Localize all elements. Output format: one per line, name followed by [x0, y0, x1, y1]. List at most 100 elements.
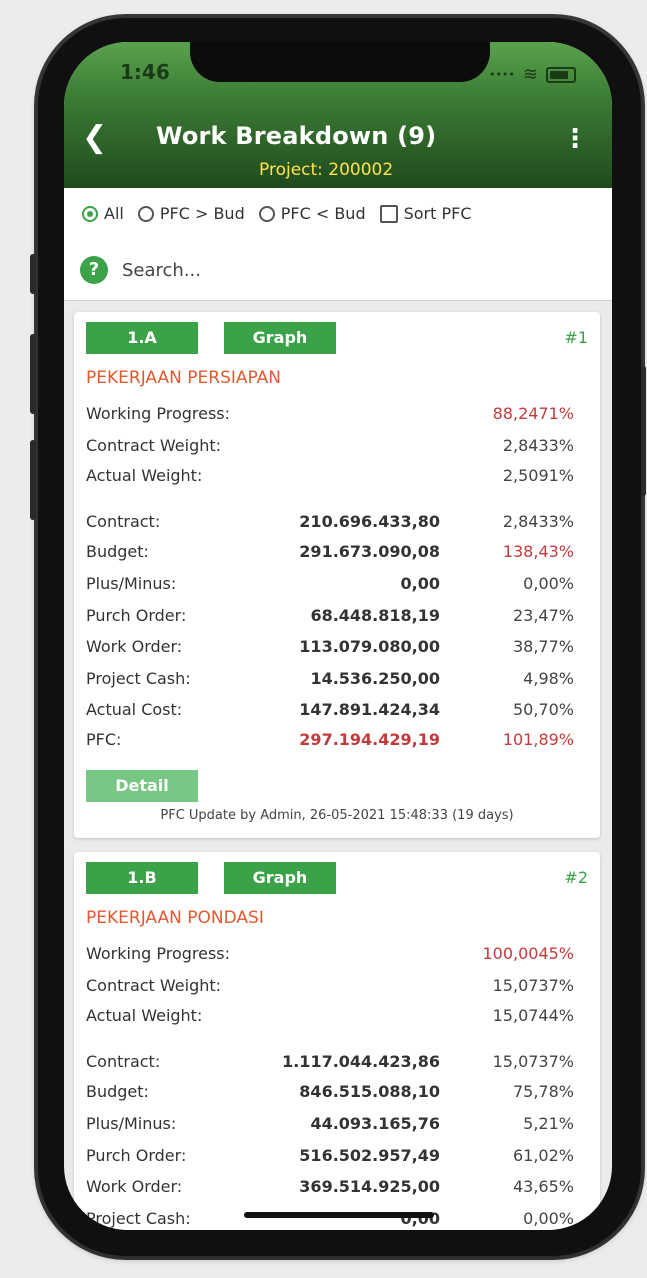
- side-button-volume-up: [30, 334, 36, 414]
- actual-weight-row: Actual Weight: 15,0744%: [86, 1006, 588, 1028]
- contract-weight-row: Contract Weight: 2,8433%: [86, 436, 588, 458]
- row-label: Plus/Minus:: [86, 574, 177, 593]
- work-order-row: Work Order: 369.514.925,00 43,65%: [86, 1177, 588, 1199]
- work-card-1: 1.A Graph #1 PEKERJAAN PERSIAPAN Working…: [74, 312, 600, 838]
- filter-bar: All PFC > Bud PFC < Bud Sort PFC ? Searc…: [64, 188, 612, 301]
- radio-pfc-greater[interactable]: [137, 205, 154, 222]
- row-pct: 23,47%: [512, 606, 574, 625]
- sort-pfc-label[interactable]: Sort PFC: [404, 204, 472, 223]
- row-amount: 210.696.433,80: [299, 512, 440, 531]
- row-pct: 138,43%: [502, 542, 574, 561]
- work-card-2: 1.B Graph #2 PEKERJAAN PONDASI Working P…: [74, 852, 600, 1230]
- work-order-row: Work Order: 113.079.080,00 38,77%: [86, 637, 588, 659]
- row-label: Work Order:: [86, 1177, 183, 1196]
- row-amount: 14.536.250,00: [310, 669, 440, 688]
- row-label: Budget:: [86, 1082, 149, 1101]
- row-pct: 38,77%: [512, 637, 574, 656]
- row-value: 2,5091%: [502, 466, 574, 485]
- home-indicator[interactable]: [244, 1212, 434, 1218]
- page-title: Work Breakdown (9): [156, 122, 437, 150]
- row-pct: 50,70%: [512, 700, 574, 719]
- row-label: Working Progress:: [86, 404, 231, 423]
- code-button[interactable]: 1.A: [86, 322, 198, 354]
- plus-minus-row: Plus/Minus: 0,00 0,00%: [86, 574, 588, 596]
- row-pct: 75,78%: [512, 1082, 574, 1101]
- purch-order-row: Purch Order: 516.502.957,49 61,02%: [86, 1146, 588, 1168]
- actual-weight-row: Actual Weight: 2,5091%: [86, 466, 588, 488]
- row-value: 15,0744%: [492, 1006, 574, 1025]
- contract-row: Contract: 210.696.433,80 2,8433%: [86, 512, 588, 534]
- row-pct: 0,00%: [523, 1209, 574, 1228]
- kebab-menu-icon[interactable]: ⋮: [562, 126, 588, 152]
- row-value: 2,8433%: [502, 436, 574, 455]
- budget-row: Budget: 291.673.090,08 138,43%: [86, 542, 588, 564]
- row-pct: 101,89%: [502, 730, 574, 749]
- detail-button[interactable]: Detail: [86, 770, 198, 802]
- sort-pfc-checkbox[interactable]: [379, 204, 398, 223]
- battery-icon: [546, 66, 576, 83]
- card-number: #1: [564, 328, 588, 347]
- pfc-row: PFC: 297.194.429,19 101,89%: [86, 730, 588, 752]
- row-amount: 291.673.090,08: [299, 542, 440, 561]
- budget-row: Budget: 846.515.088,10 75,78%: [86, 1082, 588, 1104]
- row-amount: 0,00: [400, 574, 440, 593]
- code-button[interactable]: 1.B: [86, 862, 198, 894]
- row-label: PFC:: [86, 730, 122, 749]
- signal-dots-icon: ••••: [488, 68, 515, 81]
- graph-button[interactable]: Graph: [224, 862, 336, 894]
- row-value: 100,0045%: [482, 944, 574, 963]
- side-button-silent: [30, 254, 36, 294]
- radio-all[interactable]: [82, 205, 98, 222]
- row-label: Purch Order:: [86, 1146, 187, 1165]
- row-label: Purch Order:: [86, 606, 187, 625]
- app-header: 1:46 •••• ≋ ❮ Work Breakdown (9) Project…: [64, 42, 612, 188]
- row-label: Actual Weight:: [86, 466, 203, 485]
- row-amount: 369.514.925,00: [299, 1177, 440, 1196]
- row-pct: 61,02%: [512, 1146, 574, 1165]
- filter-pfc-greater-label[interactable]: PFC > Bud: [160, 204, 245, 223]
- row-label: Work Order:: [86, 637, 183, 656]
- contract-weight-row: Contract Weight: 15,0737%: [86, 976, 588, 998]
- pfc-update-note: PFC Update by Admin, 26-05-2021 15:48:33…: [160, 808, 514, 823]
- plus-minus-row: Plus/Minus: 44.093.165,76 5,21%: [86, 1114, 588, 1136]
- row-label: Contract Weight:: [86, 976, 222, 995]
- row-label: Actual Cost:: [86, 700, 183, 719]
- row-pct: 2,8433%: [502, 512, 574, 531]
- row-label: Contract Weight:: [86, 436, 222, 455]
- back-icon[interactable]: ❮: [82, 120, 107, 155]
- graph-button[interactable]: Graph: [224, 322, 336, 354]
- radio-pfc-less[interactable]: [258, 205, 275, 222]
- row-value: 15,0737%: [492, 976, 574, 995]
- row-amount: 297.194.429,19: [299, 730, 440, 749]
- project-subtitle: Project: 200002: [259, 160, 394, 180]
- row-label: Contract:: [86, 1052, 161, 1071]
- working-progress-row: Working Progress: 100,0045%: [86, 944, 588, 966]
- working-progress-row: Working Progress: 88,2471%: [86, 404, 588, 426]
- row-label: Actual Weight:: [86, 1006, 203, 1025]
- row-label: Budget:: [86, 542, 149, 561]
- filter-pfc-less-label[interactable]: PFC < Bud: [281, 204, 366, 223]
- wifi-icon: ≋: [522, 64, 538, 85]
- row-amount: 846.515.088,10: [299, 1082, 440, 1101]
- filter-all-label[interactable]: All: [104, 204, 124, 223]
- row-pct: 0,00%: [523, 574, 574, 593]
- search-input[interactable]: Search...: [122, 260, 201, 281]
- card-number: #2: [564, 868, 588, 887]
- project-cash-row: Project Cash: 14.536.250,00 4,98%: [86, 669, 588, 691]
- work-title: PEKERJAAN PERSIAPAN: [86, 368, 282, 388]
- row-amount: 68.448.818,19: [310, 606, 440, 625]
- work-title: PEKERJAAN PONDASI: [86, 908, 264, 928]
- status-time: 1:46: [120, 60, 170, 84]
- notch: [190, 42, 490, 82]
- purch-order-row: Purch Order: 68.448.818,19 23,47%: [86, 606, 588, 628]
- row-value: 88,2471%: [492, 404, 574, 423]
- actual-cost-row: Actual Cost: 147.891.424,34 50,70%: [86, 700, 588, 722]
- status-icons: •••• ≋: [489, 64, 576, 85]
- side-button-volume-down: [30, 440, 36, 520]
- row-pct: 43,65%: [512, 1177, 574, 1196]
- row-amount: 516.502.957,49: [299, 1146, 440, 1165]
- row-label: Contract:: [86, 512, 161, 531]
- row-amount: 1.117.044.423,86: [282, 1052, 440, 1071]
- row-pct: 4,98%: [523, 669, 574, 688]
- help-icon[interactable]: ?: [80, 256, 108, 284]
